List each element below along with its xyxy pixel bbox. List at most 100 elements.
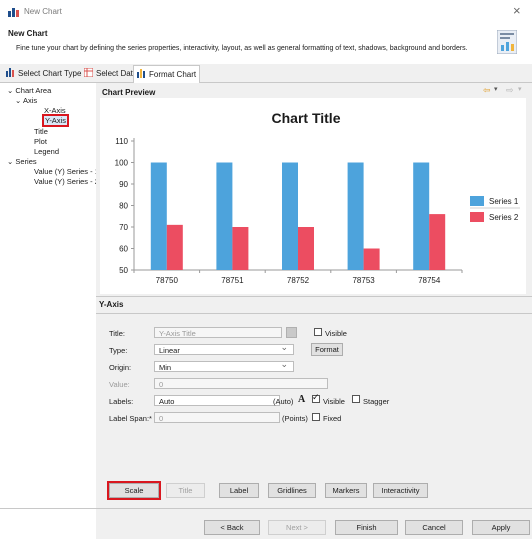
origin-select[interactable]: Min [154,359,294,372]
type-label: Type: [109,346,128,355]
markers-button[interactable]: Markers [325,483,367,498]
title-button[interactable]: Title [166,483,205,498]
stagger-label: Stagger [363,397,390,406]
bar-series-1 [413,162,430,270]
tree-item-series-1[interactable]: Value (Y) Series - 1 [34,167,99,176]
data-table-icon [83,67,94,79]
tree-item-plot[interactable]: Plot [34,137,47,146]
bar-series-2 [298,227,314,270]
close-icon[interactable]: × [513,3,521,18]
y-tick-label: 100 [115,159,129,168]
y-tick-label: 70 [119,223,128,232]
wizard-chart-icon [496,29,518,55]
back-button[interactable]: < Back [204,520,260,535]
chevron-down-icon[interactable]: ⌄ [7,86,13,95]
x-tick-label: 78752 [287,276,310,285]
tree-label: Chart Area [15,86,52,95]
tab-format-chart[interactable]: Format Chart [133,65,201,83]
format-tree: ⌄ Chart Area ⌄ Axis X-Axis Y-Axis Title … [3,83,99,539]
labels-label: Labels: [109,397,134,406]
labels-field[interactable]: Auto [154,395,280,406]
legend-label: Series 1 [489,197,519,206]
tree-item-chart-area[interactable]: ⌄ Chart Area [7,86,51,95]
nav-back-dropdown-icon[interactable]: ▾ [494,85,498,93]
origin-label: Origin: [109,363,132,372]
chart-legend: Series 1 Series 2 [470,196,520,222]
tree-label: Series [15,157,37,166]
tree-item-x-axis[interactable]: X-Axis [44,106,66,115]
tree-label: Axis [22,96,38,105]
chart-svg: Chart Title 110 100 90 80 70 60 50 78750 78751 78… [115,110,520,285]
x-tick-label: 78754 [418,276,441,285]
bar-series-1 [347,162,364,270]
legend-swatch [470,212,484,222]
labels-visible-label: Visible [323,397,345,406]
window-title: New Chart [24,7,62,16]
font-icon[interactable]: A [298,394,305,405]
bar-series-2 [363,248,380,270]
value-field[interactable]: 0 [154,378,328,389]
label-button[interactable]: Label [219,483,259,498]
bar-series-2 [232,227,249,270]
labels-auto-text: (Auto) [273,397,294,406]
x-tick-label: 78751 [221,276,244,285]
scale-button[interactable]: Scale [107,481,161,500]
legend-label: Series 2 [489,213,519,222]
axis-title-field[interactable]: Y-Axis Title [154,327,282,338]
chart-bars [150,162,446,270]
y-tick-label: 90 [119,180,128,189]
wizard-tabs: Select Chart Type Select Data Format Cha… [0,64,532,83]
finish-button[interactable]: Finish [335,520,398,535]
cancel-button[interactable]: Cancel [405,520,463,535]
y-tick-label: 60 [119,245,128,254]
label-span-field[interactable]: 0 [154,412,280,423]
chart-title: Chart Title [272,110,341,126]
legend-swatch [470,196,484,206]
interactivity-button[interactable]: Interactivity [373,483,428,498]
apply-button[interactable]: Apply [472,520,530,535]
chevron-down-icon[interactable]: ⌄ [15,96,21,105]
title-expression-icon[interactable] [286,327,297,338]
title-visible-checkbox[interactable] [314,328,322,336]
bar-series-1 [216,162,233,270]
stagger-checkbox[interactable] [352,395,360,403]
bar-series-2 [166,224,183,270]
page-description: Fine tune your chart by defining the ser… [16,45,468,52]
tab-label: Select Chart Type [18,69,82,78]
nav-forward-arrow-icon[interactable]: ⇨ [506,85,514,96]
format-button[interactable]: Format [311,343,343,356]
nav-forward-dropdown-icon[interactable]: ▾ [518,85,522,93]
app-icon [8,7,19,17]
tree-item-legend[interactable]: Legend [34,147,59,156]
format-chart-icon [137,69,146,80]
tree-item-y-axis[interactable]: Y-Axis [42,114,69,127]
title-bar: New Chart × [0,0,532,24]
tree-item-series[interactable]: ⌄ Series [7,157,37,166]
fixed-checkbox[interactable] [312,413,320,421]
page-title: New Chart [8,29,48,38]
main-panel: Chart Preview ⇦ ▾ ⇨ ▾ Chart Title 110 100… [0,83,532,539]
tab-label: Select Data [96,69,138,78]
title-label: Title: [109,329,125,338]
chart-preview-header: Chart Preview [102,88,156,97]
tab-select-chart-type[interactable]: Select Chart Type [3,66,84,81]
section-divider [96,313,532,314]
chevron-down-icon[interactable]: ⌄ [7,157,13,166]
tab-select-data[interactable]: Select Data [81,66,140,81]
bar-series-1 [150,162,167,270]
y-tick-label: 50 [119,266,128,275]
title-visible-label: Visible [325,329,347,338]
next-button[interactable]: Next > [268,520,326,535]
footer-divider [0,508,532,509]
type-select[interactable]: Linear [154,342,294,355]
tree-item-series-2[interactable]: Value (Y) Series - 2 [34,177,99,186]
gridlines-button[interactable]: Gridlines [268,483,316,498]
bar-series-2 [429,214,446,270]
nav-back-arrow-icon[interactable]: ⇦ [483,85,491,96]
y-tick-label: 110 [115,137,128,146]
checkmark-icon: ✓ [312,392,320,402]
value-label: Value: [109,380,130,389]
points-label: (Points) [282,414,308,423]
tree-item-title[interactable]: Title [34,127,48,136]
tree-item-axis[interactable]: ⌄ Axis [15,96,37,105]
